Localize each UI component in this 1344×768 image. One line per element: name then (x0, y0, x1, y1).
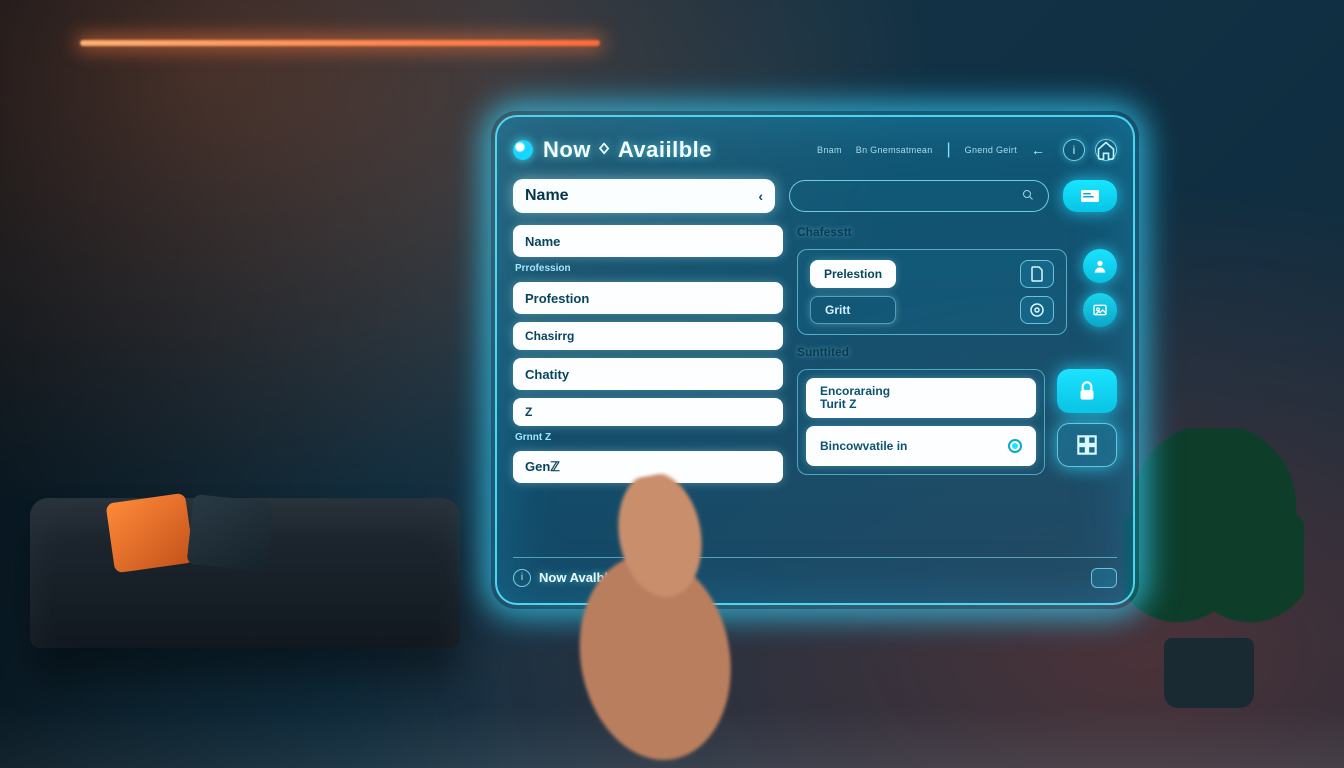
section-heading: Chafesstt (797, 225, 1117, 239)
image-icon[interactable] (1083, 293, 1117, 327)
search-input[interactable] (789, 180, 1049, 212)
genz-field[interactable]: Genℤ (513, 451, 783, 483)
list-item[interactable]: Encoraraing Turit Z (806, 378, 1036, 418)
lock-icon (1074, 378, 1100, 404)
name-dropdown-label: Name (525, 187, 569, 205)
field-sublabel: Grnnt Z (513, 432, 783, 443)
back-arrow-icon[interactable]: ← (1031, 142, 1045, 158)
section-heading: Sunttited (797, 345, 1117, 359)
panel-footer: i Now Avalble fale (513, 557, 1117, 591)
person-icon[interactable] (1083, 249, 1117, 283)
info-icon[interactable]: i (513, 569, 531, 587)
toolbar: Name ‹ (513, 179, 1117, 213)
panel-title: Now ᛜ Avaiilble (543, 137, 712, 163)
header-tab[interactable]: Bn Gnemsatmean (856, 145, 933, 155)
z-field[interactable]: Z (513, 398, 783, 426)
panel-header: Now ᛜ Avaiilble Bnam Bn Gnemsatmean | Gn… (513, 131, 1117, 169)
flag-icon (1081, 189, 1099, 203)
radio-selected-icon (1008, 439, 1022, 453)
charity-field[interactable]: Chatity (513, 358, 783, 390)
holographic-panel: Now ᛜ Avaiilble Bnam Bn Gnemsatmean | Gn… (495, 115, 1135, 605)
right-column: Chafesstt Prelestion Gritt (797, 225, 1117, 549)
name-dropdown[interactable]: Name ‹ (513, 179, 775, 213)
footer-chip-button[interactable] (1091, 568, 1117, 588)
chasing-field[interactable]: Chasirrg (513, 322, 783, 350)
submit-button[interactable] (1063, 180, 1117, 212)
options-card: Prelestion Gritt (797, 249, 1067, 335)
plant-pot (1164, 638, 1254, 708)
list-item[interactable]: Bincowvatile in (806, 426, 1036, 466)
chevron-left-icon: ‹ (758, 188, 763, 204)
search-icon (1022, 189, 1034, 204)
entries-card: Encoraraing Turit Z Bincowvatile in (797, 369, 1045, 475)
option-pill[interactable]: Prelestion (810, 260, 896, 288)
info-icon[interactable]: i (1063, 139, 1085, 161)
secondary-action-button[interactable] (1057, 423, 1117, 467)
ceiling-light (80, 40, 600, 46)
grid-icon (1074, 432, 1100, 458)
field-sublabel: Prrofession (513, 263, 783, 274)
header-tab[interactable]: Bnam (817, 145, 842, 155)
name-field[interactable]: Name (513, 225, 783, 257)
pillow (106, 493, 195, 573)
footer-text: Now Avalble fale (539, 570, 641, 585)
header-tabs: Bnam Bn Gnemsatmean | Gnend Geirt ← (817, 141, 1045, 159)
left-form-column: Name Prrofession Profestion Chasirrg Cha… (513, 225, 783, 549)
header-tab[interactable]: Gnend Geirt (965, 145, 1017, 155)
app-logo-icon (513, 140, 533, 160)
document-icon[interactable] (1020, 260, 1054, 288)
profession-field[interactable]: Profestion (513, 282, 783, 314)
home-icon[interactable] (1095, 139, 1117, 161)
pillow (187, 494, 274, 572)
option-pill[interactable]: Gritt (810, 296, 896, 324)
target-icon[interactable] (1020, 296, 1054, 324)
lock-button[interactable] (1057, 369, 1117, 413)
